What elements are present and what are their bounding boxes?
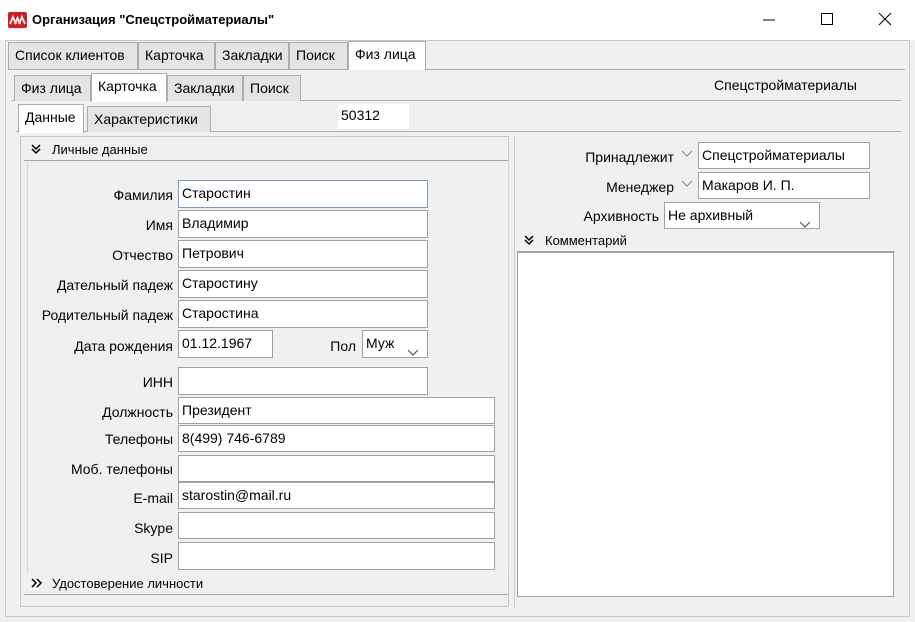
tab-label: Карточка xyxy=(98,78,157,94)
subtab-individuals[interactable]: Физ лица xyxy=(14,75,91,101)
position-label: Должность xyxy=(102,404,173,420)
birthdate-field[interactable]: 01.12.1967 xyxy=(178,330,273,358)
tab-label: Физ лица xyxy=(355,46,416,62)
gender-label: Пол xyxy=(330,338,356,354)
name-label: Имя xyxy=(145,217,173,233)
belongs-label: Принадлежит xyxy=(585,149,674,165)
chevron-down-icon xyxy=(799,212,811,228)
dative-label: Дательный падеж xyxy=(56,277,173,293)
genitive-field[interactable]: Старостина xyxy=(178,300,428,328)
phones-label: Телефоны xyxy=(104,431,173,447)
archive-label: Архивность xyxy=(583,208,659,224)
section-title: Личные данные xyxy=(52,142,148,157)
tab-label: Характеристики xyxy=(94,111,198,127)
section-title: Удостоверение личности xyxy=(52,576,204,591)
tab-bookmarks[interactable]: Закладки xyxy=(215,42,289,69)
surname-label: Фамилия xyxy=(113,187,173,203)
organization-name: Спецстройматериалы xyxy=(714,77,857,93)
gender-value: Муж xyxy=(366,335,395,351)
surname-field[interactable]: Старостин xyxy=(178,180,428,208)
inn-label: ИНН xyxy=(142,374,173,390)
minimize-icon xyxy=(763,19,775,21)
maximize-button[interactable] xyxy=(798,0,856,40)
phones-field[interactable]: 8(499) 746-6789 xyxy=(178,425,495,452)
mobile-field[interactable] xyxy=(178,455,495,482)
chevron-down-icon xyxy=(407,340,419,357)
comment-header[interactable]: Комментарий xyxy=(517,230,895,252)
section-title: Комментарий xyxy=(545,233,627,248)
birthdate-label: Дата рождения xyxy=(74,338,173,354)
tab-label: Закладки xyxy=(174,80,235,96)
patronymic-label: Отчество xyxy=(112,247,173,263)
tab-label: Поиск xyxy=(296,47,335,63)
position-field[interactable]: Президент xyxy=(178,397,495,424)
belongs-field[interactable]: Спецстройматериалы xyxy=(698,142,870,169)
app-logo-icon xyxy=(8,12,27,28)
tab-characteristics[interactable]: Характеристики xyxy=(87,106,211,132)
close-button[interactable] xyxy=(856,0,914,40)
tab-label: Физ лица xyxy=(21,80,82,96)
skype-field[interactable] xyxy=(178,512,495,539)
chevron-down-icon[interactable] xyxy=(680,177,694,194)
patronymic-field[interactable]: Петрович xyxy=(178,240,428,268)
mobile-label: Моб. телефоны xyxy=(70,461,173,477)
maximize-icon xyxy=(821,13,833,25)
dative-field[interactable]: Старостину xyxy=(178,270,428,298)
archive-select[interactable]: Не архивный xyxy=(664,202,820,229)
tab-label: Карточка xyxy=(145,47,204,63)
archive-value: Не архивный xyxy=(668,207,754,223)
sip-field[interactable] xyxy=(178,542,495,570)
manager-field[interactable]: Макаров И. П. xyxy=(698,172,870,199)
minimize-button[interactable] xyxy=(740,0,798,40)
subtab-bookmarks[interactable]: Закладки xyxy=(167,75,243,101)
inn-field[interactable] xyxy=(178,367,428,395)
tab-card[interactable]: Карточка xyxy=(138,42,215,69)
name-field[interactable]: Владимир xyxy=(178,210,428,238)
chevron-double-right-icon xyxy=(30,573,44,600)
record-id-field: 50312 xyxy=(338,104,409,129)
personal-data-header[interactable]: Личные данные xyxy=(24,139,508,161)
tab-label: Данные xyxy=(25,109,76,125)
genitive-label: Родительный падеж xyxy=(41,307,173,323)
comment-textarea[interactable] xyxy=(517,252,894,597)
skype-label: Skype xyxy=(134,520,173,536)
splitter[interactable] xyxy=(514,136,515,607)
tab-label: Поиск xyxy=(250,80,289,96)
chevron-down-icon[interactable] xyxy=(680,147,694,164)
subtab-card[interactable]: Карточка xyxy=(91,73,167,102)
tab-label: Список клиентов xyxy=(15,47,125,63)
manager-label: Менеджер xyxy=(606,179,674,195)
subtab-search[interactable]: Поиск xyxy=(243,75,301,101)
gender-select[interactable]: Муж xyxy=(362,330,428,358)
top-tabs-line xyxy=(8,69,905,70)
sip-label: SIP xyxy=(150,550,173,566)
title-bar: Организация "Спецстройматериалы" xyxy=(0,0,915,40)
tab-individuals[interactable]: Физ лица xyxy=(348,41,426,70)
tab-label: Закладки xyxy=(222,47,283,63)
email-label: E-mail xyxy=(133,490,173,506)
tab-search[interactable]: Поиск xyxy=(289,42,348,69)
email-field[interactable]: starostin@mail.ru xyxy=(178,482,495,509)
id-document-header[interactable]: Удостоверение личности xyxy=(24,573,508,595)
window-title: Организация "Спецстройматериалы" xyxy=(32,12,275,27)
tab-clients-list[interactable]: Список клиентов xyxy=(8,42,138,69)
close-icon xyxy=(878,12,892,26)
tab-data[interactable]: Данные xyxy=(18,104,84,133)
